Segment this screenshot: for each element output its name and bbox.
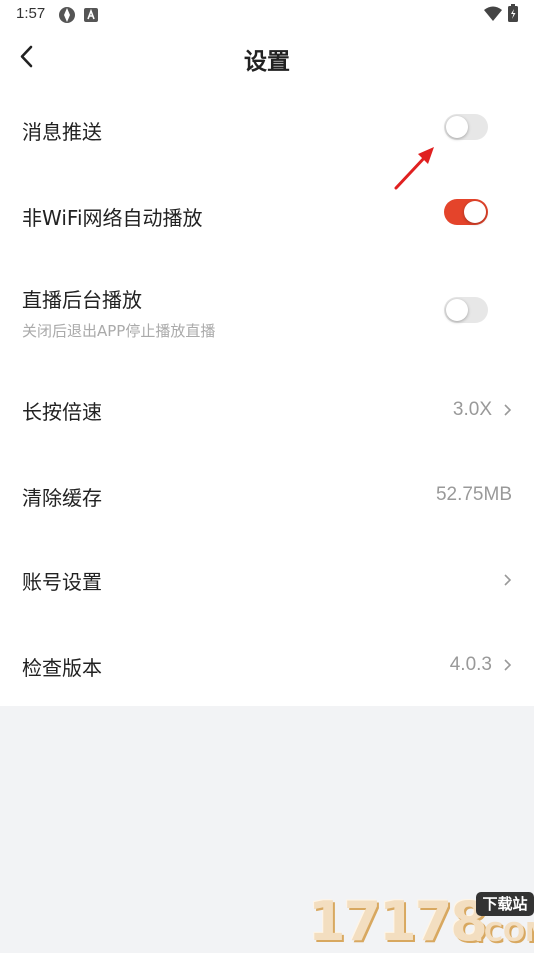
toggle-knob — [446, 299, 468, 321]
setting-row-check-version[interactable]: 检查版本 4.0.3 — [0, 622, 534, 706]
chevron-right-icon — [502, 657, 512, 671]
battery-icon — [508, 4, 518, 26]
header: 设置 — [0, 28, 534, 86]
setting-label-live-background: 直播后台播放 — [22, 288, 142, 312]
page-title: 设置 — [244, 49, 290, 75]
setting-row-push: 消息推送 — [0, 86, 534, 170]
toggle-knob — [464, 201, 486, 223]
long-press-speed-value: 3.0X — [452, 399, 492, 420]
setting-label-push: 消息推送 — [22, 120, 102, 144]
push-toggle[interactable] — [444, 114, 488, 140]
live-background-toggle[interactable] — [444, 297, 488, 323]
non-wifi-autoplay-toggle[interactable] — [444, 199, 488, 225]
wifi-icon — [484, 6, 502, 26]
setting-label-non-wifi-autoplay: 非WiFi网络自动播放 — [22, 206, 203, 230]
app-notification-icon — [84, 7, 98, 26]
setting-label-long-press-speed: 长按倍速 — [22, 400, 102, 424]
setting-label-clear-cache: 清除缓存 — [22, 486, 102, 510]
chevron-right-icon — [502, 572, 512, 586]
setting-row-long-press-speed[interactable]: 长按倍速 3.0X — [0, 368, 534, 452]
setting-sublabel-live-background: 关闭后退出APP停止播放直播 — [22, 322, 216, 340]
annotation-arrow-icon — [388, 142, 440, 194]
status-bar: 1:57 — [0, 0, 534, 28]
toggle-knob — [446, 116, 468, 138]
setting-row-account[interactable]: 账号设置 — [0, 536, 534, 622]
cache-size-value: 52.75MB — [435, 484, 512, 505]
watermark-badge: 下载站 — [476, 892, 534, 916]
setting-row-live-background: 直播后台播放 关闭后退出APP停止播放直播 — [0, 254, 534, 354]
settings-screen: 1:57 设置 消息推送 非WiFi网络自动播放 直播后台播放 关闭后退出APP… — [0, 0, 534, 706]
chevron-right-icon — [502, 402, 512, 416]
setting-label-check-version: 检查版本 — [22, 656, 102, 680]
watermark-domain: .COM — [474, 918, 534, 948]
setting-row-clear-cache[interactable]: 清除缓存 52.75MB — [0, 452, 534, 536]
status-time: 1:57 — [16, 5, 46, 22]
watermark-number: 17178 — [308, 890, 488, 953]
setting-row-non-wifi-autoplay: 非WiFi网络自动播放 — [0, 170, 534, 254]
sync-icon — [58, 6, 76, 28]
version-value: 4.0.3 — [449, 654, 492, 675]
setting-label-account: 账号设置 — [22, 570, 102, 594]
watermark-logo: 17178 下载站 .COM — [308, 888, 534, 953]
